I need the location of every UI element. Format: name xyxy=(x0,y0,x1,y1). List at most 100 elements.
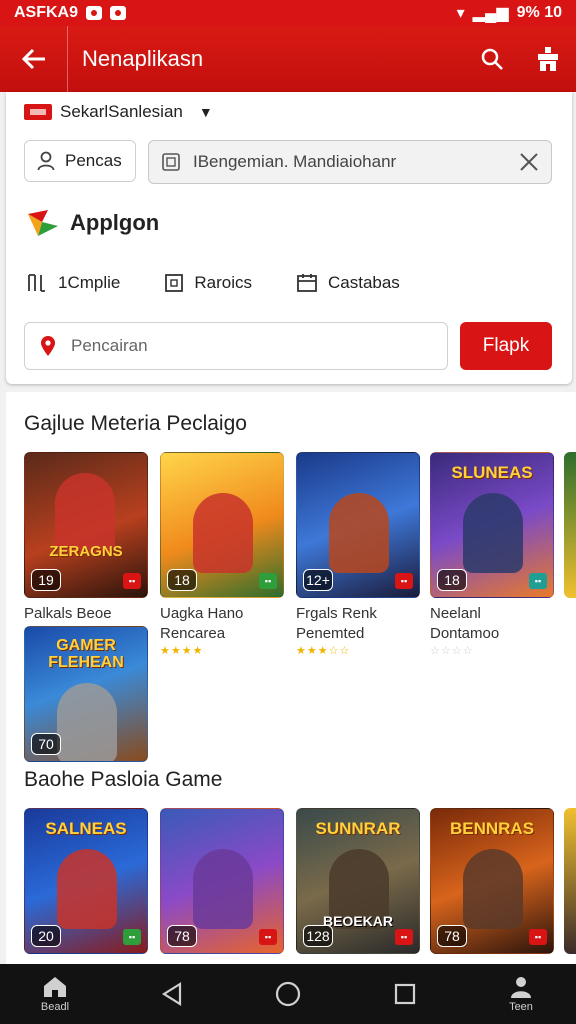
age-rating: 18 xyxy=(437,569,467,591)
nav-back[interactable] xyxy=(137,981,207,1007)
back-button[interactable] xyxy=(0,26,68,92)
game-logo: GAMER FLEHEAN xyxy=(48,637,124,671)
search-icon xyxy=(481,48,503,70)
game-name: Palkals Beoe xyxy=(24,605,112,622)
game-tile-partial[interactable] xyxy=(564,452,576,598)
age-rating: 78 xyxy=(437,925,467,947)
top-search-field[interactable]: IBengemian. Mandiaiohanr xyxy=(148,140,552,184)
game-tile[interactable]: SLUNEAS 18 ▪▪ Neelanl Dontamoo ☆☆☆☆ xyxy=(430,452,554,657)
top-search-value: IBengemian. Mandiaiohanr xyxy=(193,152,397,171)
filter-castabas[interactable]: Castabas xyxy=(296,272,400,294)
badge-icon: ▪▪ xyxy=(529,573,547,589)
badge-icon: ▪▪ xyxy=(259,929,277,945)
content-area: Gajlue Meteria Peclaigo ZERAGNS 19 ▪▪ Pa… xyxy=(6,392,576,964)
filter-card: SekarlSanlesian ▼ Pencas IBengemian. Man… xyxy=(6,92,572,384)
badge-icon: ▪▪ xyxy=(395,929,413,945)
nav-home-circle[interactable] xyxy=(253,981,323,1007)
star-rating: ★★★☆☆ xyxy=(296,645,351,657)
game-name: Frgals Renk xyxy=(296,605,377,622)
nav-recents[interactable] xyxy=(370,982,440,1006)
filter-rarities[interactable]: Raroics xyxy=(164,272,252,294)
game-tile[interactable]: ZERAGNS 19 ▪▪ Palkals Beoe xyxy=(24,452,148,624)
brand: Applgon xyxy=(26,208,159,238)
game-tile[interactable]: BENNRAS 78 ▪▪ xyxy=(430,808,554,954)
game-thumbnail: 18 ▪▪ xyxy=(160,452,284,598)
search-placeholder: Pencairan xyxy=(71,336,148,355)
age-rating: 12+ xyxy=(303,569,333,591)
status-left-text: ASFKA9 xyxy=(14,4,79,21)
search-button[interactable] xyxy=(464,26,520,92)
person-chip[interactable]: Pencas xyxy=(24,140,136,182)
star-rating: ★★★★ xyxy=(160,645,204,657)
filter-label: Castabas xyxy=(327,273,400,292)
game-tile[interactable]: 18 ▪▪ Uagka Hano Rencarea ★★★★ xyxy=(160,452,284,657)
home-icon xyxy=(44,977,66,997)
square-recents-icon xyxy=(394,983,415,1005)
search-submit-button[interactable]: Flapk xyxy=(460,322,552,370)
game-thumbnail: SUNNRAR BEOEKAR 128 ▪▪ xyxy=(296,808,420,954)
status-bar: ASFKA9 ▾ ▂▄▆ 9% 10 xyxy=(0,0,576,26)
game-logo: ZERAGNS xyxy=(49,543,123,560)
nav-home[interactable]: Beadl xyxy=(20,975,90,1013)
app-bar: Nenaplikasn xyxy=(0,26,576,92)
badge-icon: ▪▪ xyxy=(123,929,141,945)
location-selector[interactable]: SekarlSanlesian ▼ xyxy=(24,102,213,122)
star-rating: ☆☆☆☆ xyxy=(430,645,474,657)
store-icon xyxy=(538,47,558,71)
game-logo: BENNRAS xyxy=(449,819,535,838)
age-rating: 78 xyxy=(167,925,197,947)
nav-home-label: Beadl xyxy=(40,1001,70,1013)
notification-icon-2 xyxy=(110,6,127,20)
close-icon[interactable] xyxy=(519,152,539,172)
game-tile-partial[interactable] xyxy=(564,808,576,954)
status-right-text: 9% 10 xyxy=(516,4,562,21)
game-tile[interactable]: SUNNRAR BEOEKAR 128 ▪▪ xyxy=(296,808,420,954)
game-tile[interactable]: 78 ▪▪ xyxy=(160,808,284,954)
filter-label: Raroics xyxy=(194,273,252,292)
game-tile[interactable]: 12+ ▪▪ Frgals Renk Penemted ★★★☆☆ xyxy=(296,452,420,657)
filter-row: 1Cmplie Raroics Castabas xyxy=(26,272,556,294)
game-tile[interactable]: SALNEAS 20 ▪▪ xyxy=(24,808,148,954)
section-title: Baohe Pasloia Game xyxy=(24,768,223,791)
square-icon xyxy=(165,274,184,292)
location-pin-icon xyxy=(41,336,55,356)
badge-icon: ▪▪ xyxy=(529,929,547,945)
badge-icon: ▪▪ xyxy=(395,573,413,589)
game-tile[interactable]: GAMER FLEHEAN 70 xyxy=(24,626,148,762)
section-title: Gajlue Meteria Peclaigo xyxy=(24,412,247,435)
image-search-icon xyxy=(162,153,180,171)
app-title: Nenaplikasn xyxy=(82,46,204,71)
calendar-icon xyxy=(297,274,317,292)
game-subtitle: Dontamoo xyxy=(430,625,500,642)
chip-label: Pencas xyxy=(65,151,122,170)
signal-icon: ▂▄▆ xyxy=(472,5,509,22)
shop-button[interactable] xyxy=(520,26,576,92)
game-subtitle: Penemted xyxy=(296,625,365,642)
chevron-down-icon: ▼ xyxy=(198,104,213,120)
notification-icon xyxy=(86,6,103,20)
brand-logo-icon xyxy=(28,210,58,236)
game-thumbnail: GAMER FLEHEAN 70 xyxy=(24,626,148,762)
badge-icon: ▪▪ xyxy=(259,573,277,589)
person-icon xyxy=(37,151,55,171)
back-arrow-icon xyxy=(21,48,45,70)
game-subtitle: Rencarea xyxy=(160,625,226,642)
age-rating: 20 xyxy=(31,925,61,947)
bottom-nav: Beadl Teen xyxy=(0,964,576,1024)
age-rating: 19 xyxy=(31,569,61,591)
nav-profile-label: Teen xyxy=(509,1001,533,1013)
game-thumbnail: BENNRAS 78 ▪▪ xyxy=(430,808,554,954)
game-name: Neelanl xyxy=(430,605,481,622)
wifi-icon: ▾ xyxy=(456,5,465,22)
filter-complete[interactable]: 1Cmplie xyxy=(26,272,120,294)
search-input[interactable]: Pencairan xyxy=(24,322,448,370)
game-thumbnail: 78 ▪▪ xyxy=(160,808,284,954)
game-logo: SUNNRAR xyxy=(315,819,401,838)
nav-profile[interactable]: Teen xyxy=(486,975,556,1013)
back-triangle-icon xyxy=(161,982,181,1006)
age-rating: 70 xyxy=(31,733,61,755)
brand-name: Applgon xyxy=(70,210,160,235)
game-logo: SLUNEAS xyxy=(451,463,533,482)
flag-icon xyxy=(24,104,52,120)
columns-icon xyxy=(28,274,45,292)
